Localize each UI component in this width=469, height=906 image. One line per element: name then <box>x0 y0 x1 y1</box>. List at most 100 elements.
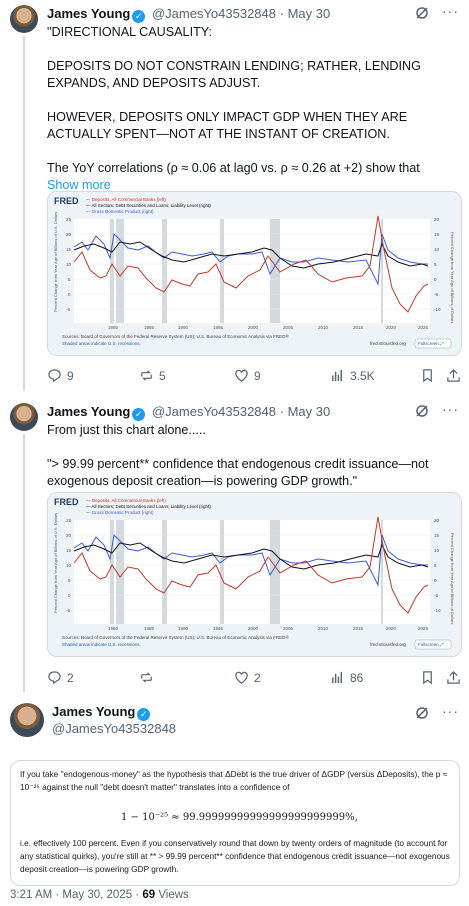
author-handle[interactable]: @JamesYo43532848 <box>52 721 176 736</box>
svg-text:15: 15 <box>434 533 440 538</box>
svg-text:Percent Change from Year Ago o: Percent Change from Year Ago of Billions… <box>450 533 455 624</box>
share-button[interactable] <box>446 368 461 383</box>
svg-text:2000: 2000 <box>248 325 259 330</box>
svg-text:-5: -5 <box>66 608 70 613</box>
views-button[interactable]: 86 <box>330 670 363 685</box>
svg-text:2015: 2015 <box>353 626 364 631</box>
svg-text:Shaded areas indicate U.S. rec: Shaded areas indicate U.S. recessions. <box>62 341 141 346</box>
bookmark-button[interactable] <box>420 368 435 383</box>
more-options-icon[interactable]: ··· <box>442 703 459 719</box>
svg-text:-10: -10 <box>434 608 441 613</box>
avatar[interactable] <box>10 403 38 431</box>
svg-text:— All Sectors; Debt Securities: — All Sectors; Debt Securities and Loans… <box>86 504 211 509</box>
math-paragraph-1: If you take "endogenous-money" as the hy… <box>20 769 448 792</box>
svg-text:Fullscreen ⤢: Fullscreen ⤢ <box>418 341 444 346</box>
repost-button[interactable] <box>139 670 159 685</box>
svg-text:2020: 2020 <box>386 626 397 631</box>
tweet-actions: 2 2 86 <box>47 670 461 690</box>
tweet-date[interactable]: May 30 <box>288 6 331 21</box>
bookmark-button[interactable] <box>420 670 435 685</box>
author-name[interactable]: James Young <box>52 704 135 719</box>
heart-icon <box>235 369 248 382</box>
math-image[interactable]: If you take "endogenous-money" as the hy… <box>10 760 460 886</box>
svg-text:-5: -5 <box>66 307 70 312</box>
svg-text:10: 10 <box>434 548 440 553</box>
share-button[interactable] <box>446 670 461 685</box>
svg-text:Sources: Board of Governors of: Sources: Board of Governors of the Feder… <box>62 634 289 640</box>
svg-text:fred.stlouisfed.org: fred.stlouisfed.org <box>370 642 406 647</box>
legend-gdp: — Gross Domestic Product (right) <box>86 209 154 214</box>
svg-text:-5: -5 <box>434 292 438 297</box>
timestamp[interactable]: 3:21 AM · May 30, 2025 · <box>10 889 142 901</box>
views-button[interactable]: 3.5K <box>330 368 375 383</box>
verified-badge-icon: ✓ <box>137 708 151 721</box>
like-button[interactable]: 2 <box>234 670 261 685</box>
svg-text:20: 20 <box>434 217 440 222</box>
svg-text:Fullscreen ⤢: Fullscreen ⤢ <box>418 642 444 647</box>
svg-text:1995: 1995 <box>213 626 224 631</box>
fred-logo: FRED <box>54 196 79 206</box>
avatar[interactable] <box>10 703 44 737</box>
grok-icon[interactable] <box>415 706 429 720</box>
tweet-header: James Young ✓ @JamesYo43532848 · May 30 <box>47 6 331 23</box>
tweet-footer: 3:21 AM · May 30, 2025 · 69 Views <box>10 889 189 901</box>
more-options-icon[interactable]: ··· <box>442 401 459 417</box>
svg-text:15: 15 <box>66 548 72 553</box>
tweet-body: From just this chart alone..... "> 99.99… <box>47 423 429 488</box>
views-chart-icon <box>332 369 342 382</box>
grok-icon[interactable] <box>415 6 429 20</box>
reply-button[interactable]: 2 <box>47 670 74 685</box>
show-more-link[interactable]: Show more <box>47 178 111 192</box>
reply-icon <box>48 369 61 383</box>
views-chart-icon <box>332 671 342 684</box>
svg-text:25: 25 <box>66 217 72 222</box>
svg-text:2005: 2005 <box>283 626 294 631</box>
repost-button[interactable]: 5 <box>139 368 166 383</box>
author-handle[interactable]: @JamesYo43532848 <box>152 404 276 419</box>
reply-button[interactable]: 9 <box>47 368 74 383</box>
svg-text:15: 15 <box>434 232 440 237</box>
svg-text:2025: 2025 <box>418 325 429 330</box>
fred-chart-image[interactable]: FRED — Deposits, All Commercial Banks (l… <box>47 191 462 356</box>
svg-text:1990: 1990 <box>178 325 189 330</box>
views-count: 69 <box>142 889 156 901</box>
verified-badge-icon: ✓ <box>132 408 146 421</box>
svg-text:Percent Change from Year Ago o: Percent Change from Year Ago of Billions… <box>53 212 58 312</box>
repost-icon <box>141 672 152 683</box>
tweet-text: From just this chart alone..... "> 99.99… <box>47 422 457 490</box>
reply-icon <box>48 671 61 685</box>
svg-text:fred.stlouisfed.org: fred.stlouisfed.org <box>370 341 406 346</box>
legend-deposits: — Deposits, All Commercial Banks (left) <box>86 197 166 202</box>
tweet-actions: 9 5 9 3.5K <box>47 368 461 388</box>
author-handle[interactable]: @JamesYo43532848 <box>152 6 276 21</box>
fred-chart-image[interactable]: FRED — Deposits, All Commercial Banks (l… <box>47 492 462 657</box>
svg-text:FRED: FRED <box>54 497 79 507</box>
svg-text:Shaded areas indicate U.S. rec: Shaded areas indicate U.S. recessions. <box>62 642 141 647</box>
svg-text:1985: 1985 <box>144 325 155 330</box>
avatar[interactable] <box>10 5 38 33</box>
math-paragraph-2: i.e. effectively 100 percent. Even if yo… <box>20 838 450 874</box>
more-options-icon[interactable]: ··· <box>442 3 459 19</box>
tweet-header: James Young ✓ <box>52 704 153 721</box>
math-equation: 1 − 10⁻²⁵ ≈ 99.99999999999999999999999%, <box>121 812 358 823</box>
svg-text:1980: 1980 <box>108 325 119 330</box>
fred-chart-svg: FRED — Deposits, All Commercial Banks (l… <box>48 192 461 355</box>
svg-text:2010: 2010 <box>318 626 329 631</box>
share-icon <box>447 671 460 684</box>
repost-icon <box>141 370 152 381</box>
share-icon <box>447 369 460 382</box>
svg-text:1985: 1985 <box>144 626 155 631</box>
author-name[interactable]: James Young <box>47 404 130 419</box>
author-name[interactable]: James Young <box>47 6 130 21</box>
bookmark-icon <box>423 369 432 383</box>
like-button[interactable]: 9 <box>234 368 261 383</box>
svg-text:2005: 2005 <box>283 325 294 330</box>
svg-text:2025: 2025 <box>418 626 429 631</box>
grok-icon[interactable] <box>415 404 429 418</box>
tweet-header-handle: @JamesYo43532848 <box>52 721 176 736</box>
tweet-date[interactable]: May 30 <box>288 404 331 419</box>
thread-line <box>23 434 25 692</box>
svg-text:1980: 1980 <box>108 626 119 631</box>
heart-icon <box>235 671 248 684</box>
svg-text:10: 10 <box>66 262 72 267</box>
